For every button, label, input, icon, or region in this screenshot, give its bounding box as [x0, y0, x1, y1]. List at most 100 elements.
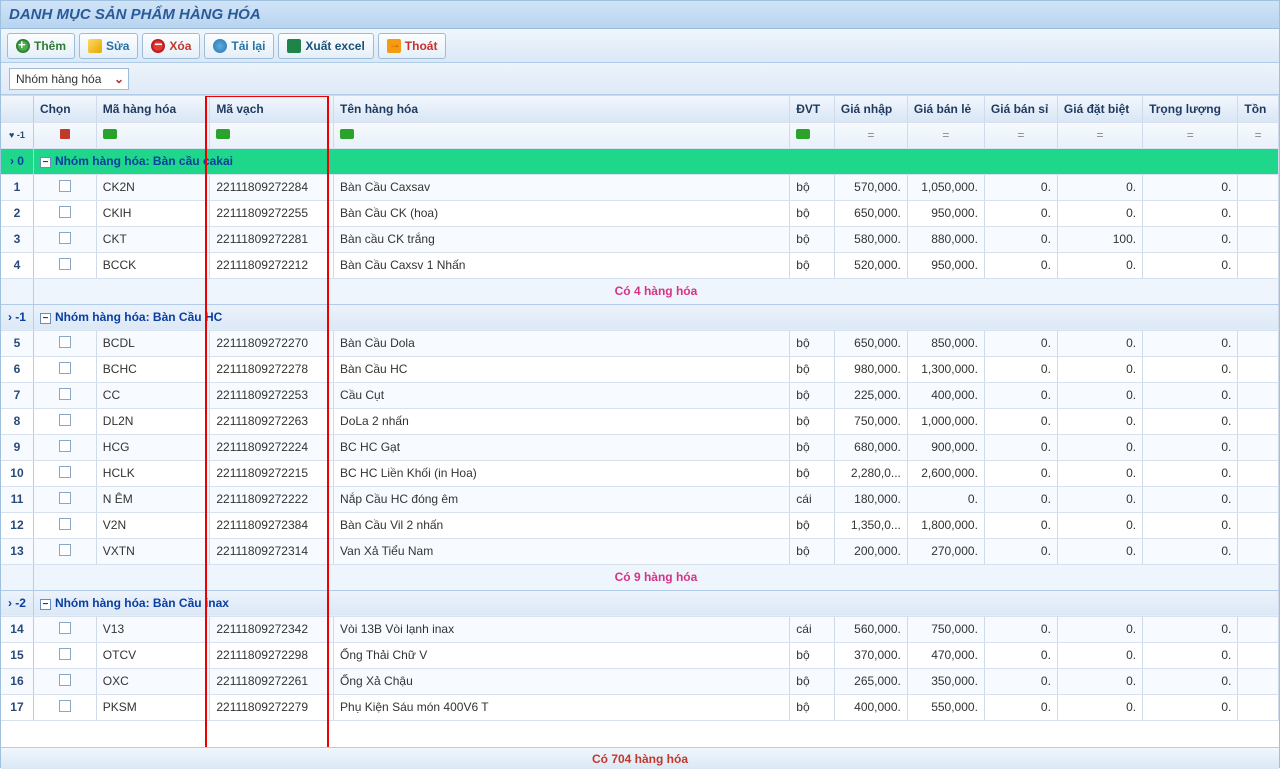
table-row[interactable]: 17 PKSM 22111809272279 Phụ Kiện Sáu món …: [1, 694, 1279, 720]
cell-gia-dat-biet: 0.: [1057, 408, 1142, 434]
row-checkbox[interactable]: [59, 258, 71, 270]
table-row[interactable]: 6 BCHC 22111809272278 Bàn Cầu HC bộ 980,…: [1, 356, 1279, 382]
filter-gia-ban-le[interactable]: =: [907, 122, 984, 148]
filter-gia-dat-biet[interactable]: =: [1057, 122, 1142, 148]
col-trong-luong[interactable]: Trọng lượng: [1143, 96, 1238, 122]
row-checkbox[interactable]: [59, 440, 71, 452]
table-row[interactable]: 9 HCG 22111809272224 BC HC Gạt bộ 680,00…: [1, 434, 1279, 460]
filter-gia-ban-si[interactable]: =: [984, 122, 1057, 148]
row-checkbox[interactable]: [59, 466, 71, 478]
add-button[interactable]: Thêm: [7, 33, 75, 59]
group-dropdown[interactable]: Nhóm hàng hóa: [9, 68, 129, 90]
table-row[interactable]: 11 N ÊM 22111809272222 Nắp Cầu HC đóng ê…: [1, 486, 1279, 512]
cell-ma-vach: 22111809272342: [210, 616, 334, 642]
app-window: DANH MỤC SẢN PHẨM HÀNG HÓA Thêm Sửa Xóa …: [0, 0, 1280, 768]
cell-ton: [1238, 668, 1279, 694]
col-dvt[interactable]: ĐVT: [790, 96, 835, 122]
col-gia-ban-si[interactable]: Giá bán sỉ: [984, 96, 1057, 122]
row-checkbox[interactable]: [59, 206, 71, 218]
table-row[interactable]: 4 BCCK 22111809272212 Bàn Cầu Caxsv 1 Nh…: [1, 252, 1279, 278]
row-checkbox[interactable]: [59, 492, 71, 504]
delete-button[interactable]: Xóa: [142, 33, 200, 59]
cell-ten-hang: Bàn Cầu Dola: [334, 330, 790, 356]
table-row[interactable]: 7 CC 22111809272253 Cầu Cụt bộ 225,000. …: [1, 382, 1279, 408]
minus-icon: [151, 39, 165, 53]
cell-ma-hang: VXTN: [96, 538, 210, 564]
edit-button[interactable]: Sửa: [79, 33, 138, 59]
table-row[interactable]: 15 OTCV 22111809272298 Ống Thải Chữ V bộ…: [1, 642, 1279, 668]
col-ten-hang[interactable]: Tên hàng hóa: [334, 96, 790, 122]
row-checkbox[interactable]: [59, 362, 71, 374]
col-chon[interactable]: Chọn: [33, 96, 96, 122]
group-summary: Có 9 hàng hóa: [1, 564, 1279, 590]
cell-trong-luong: 0.: [1143, 356, 1238, 382]
row-checkbox[interactable]: [59, 648, 71, 660]
pencil-icon: [88, 39, 102, 53]
filterbar: Nhóm hàng hóa: [1, 63, 1279, 95]
row-checkbox[interactable]: [59, 388, 71, 400]
col-idx[interactable]: [1, 96, 33, 122]
filter-ma-hang[interactable]: [96, 122, 210, 148]
filter-idx[interactable]: ♥ -1: [1, 122, 33, 148]
filter-ton[interactable]: =: [1238, 122, 1279, 148]
row-checkbox[interactable]: [59, 336, 71, 348]
export-excel-button[interactable]: Xuất excel: [278, 33, 373, 59]
table-row[interactable]: 2 CKIH 22111809272255 Bàn Cầu CK (hoa) b…: [1, 200, 1279, 226]
table-row[interactable]: 14 V13 22111809272342 Vòi 13B Vòi lạnh i…: [1, 616, 1279, 642]
table-row[interactable]: 5 BCDL 22111809272270 Bàn Cầu Dola bộ 65…: [1, 330, 1279, 356]
cell-trong-luong: 0.: [1143, 382, 1238, 408]
cell-ten-hang: Nắp Cầu HC đóng êm: [334, 486, 790, 512]
col-gia-ban-le[interactable]: Giá bán lẻ: [907, 96, 984, 122]
row-checkbox[interactable]: [59, 700, 71, 712]
cell-ma-hang: V2N: [96, 512, 210, 538]
col-ton[interactable]: Tồn: [1238, 96, 1279, 122]
cell-ten-hang: BC HC Gạt: [334, 434, 790, 460]
table-row[interactable]: 12 V2N 22111809272384 Bàn Cầu Vil 2 nhấn…: [1, 512, 1279, 538]
cell-ten-hang: Bàn cầu CK trắng: [334, 226, 790, 252]
cell-ton: [1238, 616, 1279, 642]
cell-gia-dat-biet: 0.: [1057, 252, 1142, 278]
table-row[interactable]: 1 CK2N 22111809272284 Bàn Cầu Caxsav bộ …: [1, 174, 1279, 200]
product-table: Chọn Mã hàng hóa Mã vạch Tên hàng hóa ĐV…: [1, 96, 1279, 721]
filter-gia-nhap[interactable]: =: [834, 122, 907, 148]
cell-gia-ban-si: 0.: [984, 252, 1057, 278]
table-row[interactable]: 13 VXTN 22111809272314 Van Xả Tiểu Nam b…: [1, 538, 1279, 564]
group-header[interactable]: › 0−Nhóm hàng hóa: Bàn cầu cakai: [1, 148, 1279, 174]
collapse-icon[interactable]: −: [40, 313, 51, 324]
table-row[interactable]: 3 CKT 22111809272281 Bàn cầu CK trắng bộ…: [1, 226, 1279, 252]
col-ma-vach[interactable]: Mã vạch: [210, 96, 334, 122]
row-checkbox[interactable]: [59, 518, 71, 530]
col-ma-hang[interactable]: Mã hàng hóa: [96, 96, 210, 122]
group-header[interactable]: › -2−Nhóm hàng hóa: Bàn Cầu inax: [1, 590, 1279, 616]
row-checkbox[interactable]: [59, 414, 71, 426]
row-checkbox[interactable]: [59, 232, 71, 244]
table-row[interactable]: 16 OXC 22111809272261 Ống Xả Chậu bộ 265…: [1, 668, 1279, 694]
filter-dvt[interactable]: [790, 122, 835, 148]
filter-ma-vach[interactable]: [210, 122, 334, 148]
row-checkbox[interactable]: [59, 544, 71, 556]
cell-ma-vach: 22111809272215: [210, 460, 334, 486]
cell-ten-hang: Phụ Kiện Sáu món 400V6 T: [334, 694, 790, 720]
cell-gia-nhap: 750,000.: [834, 408, 907, 434]
cell-ma-hang: BCDL: [96, 330, 210, 356]
filter-trong-luong[interactable]: =: [1143, 122, 1238, 148]
group-header[interactable]: › -1−Nhóm hàng hóa: Bàn Cầu HC: [1, 304, 1279, 330]
cell-ma-vach: 22111809272224: [210, 434, 334, 460]
row-checkbox[interactable]: [59, 674, 71, 686]
statusbar: Có 704 hàng hóa: [1, 747, 1279, 769]
reload-button[interactable]: Tải lại: [204, 33, 274, 59]
cell-trong-luong: 0.: [1143, 668, 1238, 694]
row-checkbox[interactable]: [59, 180, 71, 192]
col-gia-nhap[interactable]: Giá nhập: [834, 96, 907, 122]
table-row[interactable]: 8 DL2N 22111809272263 DoLa 2 nhấn bộ 750…: [1, 408, 1279, 434]
table-row[interactable]: 10 HCLK 22111809272215 BC HC Liền Khối (…: [1, 460, 1279, 486]
collapse-icon[interactable]: −: [40, 157, 51, 168]
filter-ten-hang[interactable]: [334, 122, 790, 148]
row-checkbox[interactable]: [59, 622, 71, 634]
col-gia-dat-biet[interactable]: Giá đặt biệt: [1057, 96, 1142, 122]
cell-ma-hang: N ÊM: [96, 486, 210, 512]
cell-gia-dat-biet: 100.: [1057, 226, 1142, 252]
filter-chon[interactable]: [33, 122, 96, 148]
exit-button[interactable]: Thoát: [378, 33, 447, 59]
collapse-icon[interactable]: −: [40, 599, 51, 610]
